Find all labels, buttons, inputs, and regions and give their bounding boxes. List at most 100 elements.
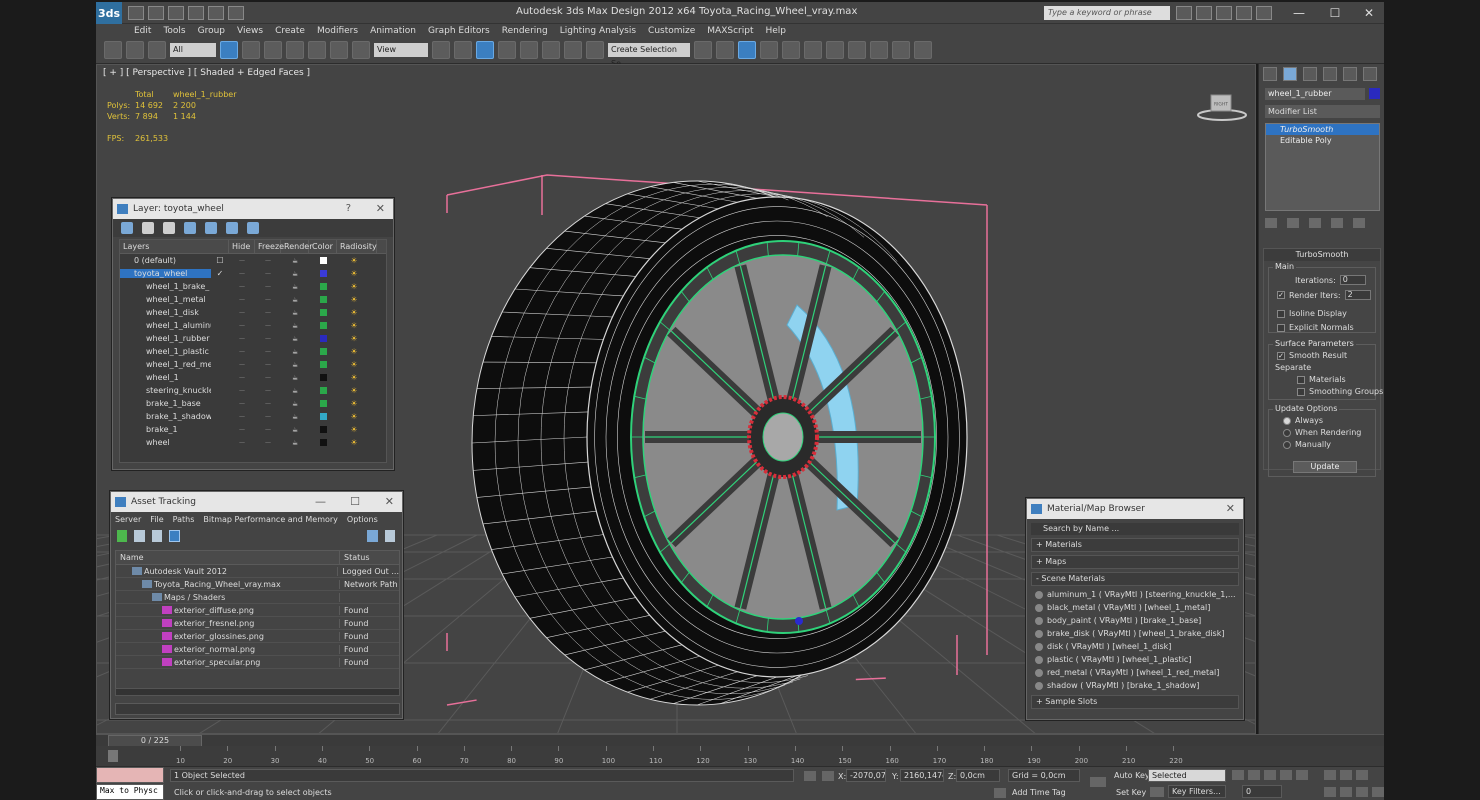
menu-maxscript[interactable]: MAXScript (707, 26, 753, 36)
scene-material-item[interactable]: aluminum_1 ( VRayMtl ) [steering_knuckle… (1035, 588, 1239, 601)
menu-rendering[interactable]: Rendering (502, 26, 548, 36)
layer-color-swatch[interactable] (309, 387, 337, 394)
menu-views[interactable]: Views (237, 26, 263, 36)
layer-row[interactable]: wheel_1_plastic — — ☕ ☀ (120, 345, 386, 358)
col-color[interactable]: Color (309, 240, 337, 253)
layer-freeze-toggle[interactable]: — (255, 257, 281, 264)
scene-material-item[interactable]: black_metal ( VRayMtl ) [wheel_1_metal] (1035, 601, 1239, 614)
scene-material-item[interactable]: red_metal ( VRayMtl ) [wheel_1_red_metal… (1035, 666, 1239, 679)
radiosity-icon[interactable]: ☀ (337, 295, 371, 304)
layer-color-swatch[interactable] (309, 439, 337, 446)
teapot-icon[interactable]: ☕ (281, 283, 309, 291)
render-production-icon[interactable] (892, 41, 910, 59)
zoom-all-icon[interactable] (1340, 770, 1352, 780)
time-tag-icon[interactable] (994, 788, 1006, 798)
menu-animation[interactable]: Animation (370, 26, 416, 36)
asset-menu-bitmap[interactable]: Bitmap Performance and Memory (203, 515, 338, 524)
material-search-input[interactable]: Search by Name ... (1031, 523, 1239, 535)
stack-item-turbosmooth[interactable]: TurboSmooth (1266, 124, 1379, 135)
modifier-list-dropdown[interactable]: Modifier List (1265, 105, 1380, 118)
radiosity-icon[interactable]: ☀ (337, 386, 371, 395)
curve-editor-icon[interactable] (782, 41, 800, 59)
teapot-icon[interactable]: ☕ (281, 257, 309, 265)
teapot-icon[interactable]: ☕ (281, 374, 309, 382)
render-iters-spinner[interactable]: 2 (1344, 290, 1371, 300)
thumbnail-view-icon[interactable] (151, 530, 163, 542)
layer-name[interactable]: wheel_1_disk (120, 308, 211, 317)
utilities-tab-icon[interactable] (1363, 67, 1377, 81)
asset-close-button[interactable]: ✕ (385, 492, 394, 512)
layer-color-swatch[interactable] (309, 400, 337, 407)
layer-color-swatch[interactable] (309, 348, 337, 355)
layer-color-swatch[interactable] (309, 296, 337, 303)
asset-window-titlebar[interactable]: Asset Tracking — ☐ ✕ (111, 492, 402, 512)
play-icon[interactable] (1264, 770, 1276, 780)
layer-freeze-toggle[interactable]: — (255, 374, 281, 381)
binoculars-icon[interactable] (1176, 6, 1192, 20)
layer-current-checkbox[interactable]: ☐ (211, 256, 229, 265)
selection-lock-icon[interactable] (804, 771, 816, 781)
reference-coordinate-dropdown[interactable]: View (374, 43, 428, 57)
close-button[interactable]: ✕ (1352, 4, 1386, 22)
select-by-name-icon[interactable] (242, 41, 260, 59)
layer-name[interactable]: wheel_1_plastic (120, 347, 211, 356)
layer-manager-icon[interactable] (738, 41, 756, 59)
subscription-icon[interactable] (1196, 6, 1212, 20)
explicit-normals-checkbox[interactable] (1277, 323, 1285, 332)
layer-color-swatch[interactable] (309, 283, 337, 290)
col-name[interactable]: Name (116, 551, 340, 564)
next-frame-icon[interactable] (1280, 770, 1292, 780)
radiosity-icon[interactable]: ☀ (337, 256, 371, 265)
asset-row[interactable]: Maps / Shaders (116, 591, 399, 604)
goto-start-icon[interactable] (1232, 770, 1244, 780)
pin-stack-icon[interactable] (1265, 218, 1277, 228)
redo-icon[interactable] (208, 6, 224, 20)
col-hide[interactable]: Hide (229, 240, 255, 253)
pan-icon[interactable] (1340, 787, 1352, 797)
layer-color-swatch[interactable] (309, 361, 337, 368)
menu-create[interactable]: Create (275, 26, 305, 36)
maxscript-listener-mini[interactable] (96, 767, 164, 783)
new-file-icon[interactable] (128, 6, 144, 20)
asset-horizontal-scrollbar[interactable] (115, 688, 400, 696)
scene-material-item[interactable]: body_paint ( VRayMtl ) [brake_1_base] (1035, 614, 1239, 627)
schematic-view-icon[interactable] (804, 41, 822, 59)
key-filters-button[interactable]: Key Filters... (1168, 785, 1226, 798)
table-view-icon[interactable] (169, 530, 181, 542)
teapot-icon[interactable]: ☕ (281, 270, 309, 278)
layer-hide-toggle[interactable]: — (229, 296, 255, 303)
make-unique-icon[interactable] (1309, 218, 1321, 228)
update-button[interactable]: Update (1293, 461, 1357, 473)
layer-hide-toggle[interactable]: — (229, 413, 255, 420)
layer-color-swatch[interactable] (309, 426, 337, 433)
layer-hide-toggle[interactable]: — (229, 309, 255, 316)
maximize-viewport-icon[interactable] (1372, 787, 1384, 797)
hide-all-layers-icon[interactable] (226, 222, 238, 234)
new-layer-icon[interactable] (121, 222, 133, 234)
display-tab-icon[interactable] (1343, 67, 1357, 81)
help-icon[interactable] (1256, 6, 1272, 20)
teapot-icon[interactable]: ☕ (281, 426, 309, 434)
layer-color-swatch[interactable] (309, 309, 337, 316)
section-maps[interactable]: + Maps (1031, 555, 1239, 569)
teapot-icon[interactable]: ☕ (281, 361, 309, 369)
layer-color-swatch[interactable] (309, 257, 337, 264)
material-browser-close-button[interactable]: ✕ (1226, 499, 1235, 519)
zoom-extents-icon[interactable] (1356, 770, 1368, 780)
layer-row[interactable]: wheel_1_metal — — ☕ ☀ (120, 293, 386, 306)
layer-hide-toggle[interactable]: — (229, 322, 255, 329)
layer-name[interactable]: wheel_1_rubber (120, 334, 211, 343)
project-folder-icon[interactable] (228, 6, 244, 20)
teapot-icon[interactable]: ☕ (281, 413, 309, 421)
layer-freeze-toggle[interactable]: — (255, 439, 281, 446)
auto-key-button[interactable]: Auto Key (1114, 771, 1150, 780)
layer-color-swatch[interactable] (309, 335, 337, 342)
layer-color-swatch[interactable] (309, 270, 337, 277)
scale-icon[interactable] (352, 41, 370, 59)
layer-freeze-toggle[interactable]: — (255, 348, 281, 355)
align-icon[interactable] (716, 41, 734, 59)
zoom-icon[interactable] (1324, 770, 1336, 780)
render-teapot-icon[interactable] (914, 41, 932, 59)
viewport-label[interactable]: [ + ] [ Perspective ] [ Shaded + Edged F… (103, 68, 310, 78)
snaps-toggle-icon[interactable] (498, 41, 516, 59)
